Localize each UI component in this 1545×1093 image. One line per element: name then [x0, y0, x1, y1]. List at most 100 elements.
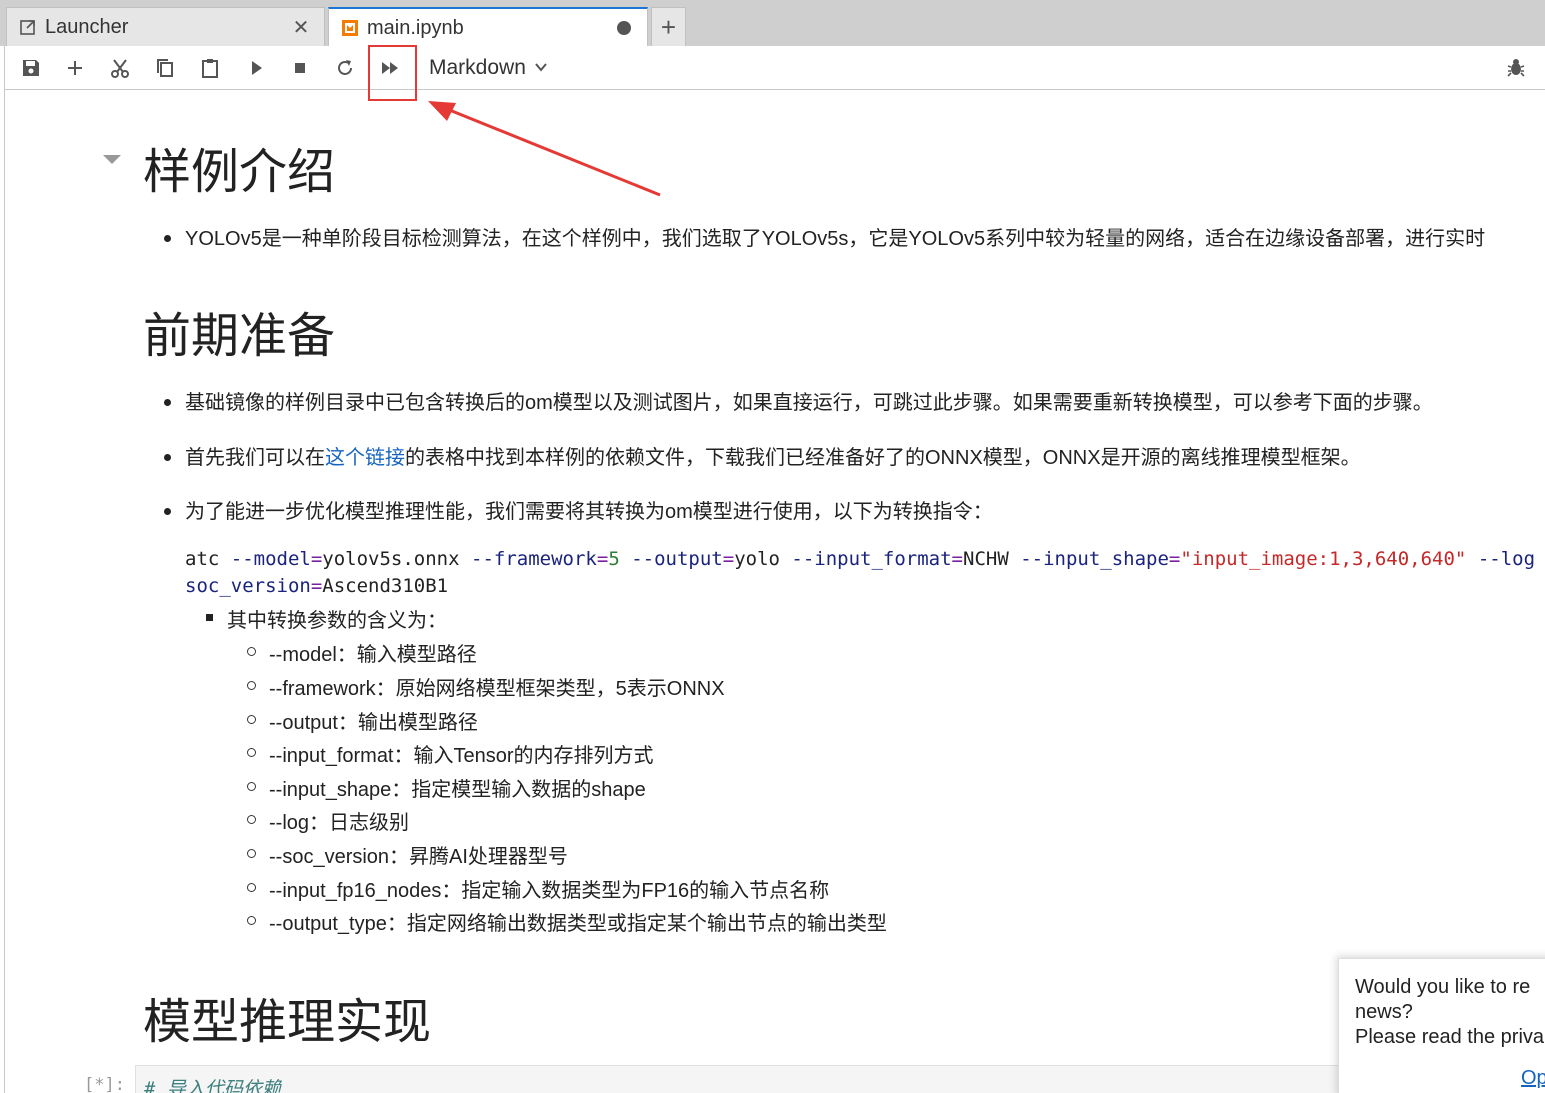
paste-icon	[202, 59, 218, 78]
kernel-status-button[interactable]	[1500, 52, 1532, 84]
code-token: Ascend310B1	[322, 575, 449, 597]
bug-icon	[1507, 59, 1525, 77]
circle-bullet-icon	[247, 782, 256, 791]
code-token: --input_format	[791, 548, 952, 570]
collapse-caret-icon[interactable]	[103, 155, 121, 164]
tab-launcher[interactable]: Launcher ✕	[6, 7, 325, 46]
notebook-toolbar: Markdown	[4, 46, 1545, 90]
tab-label: main.ipynb	[367, 16, 464, 39]
param-item: --input_fp16_nodes：指定输入数据类型为FP16的输入节点名称	[269, 880, 830, 902]
param-item: --output：输出模型路径	[269, 712, 478, 734]
news-notification: Would you like to re news? Please read t…	[1338, 958, 1545, 1093]
square-bullet-icon	[206, 614, 213, 621]
tab-main-ipynb[interactable]: main.ipynb	[328, 7, 648, 47]
cell-type-dropdown[interactable]: Markdown	[429, 54, 548, 82]
atc-command-line-1: atc --model=yolov5s.onnx --framework=5 -…	[185, 548, 1535, 570]
new-tab-button[interactable]: +	[651, 7, 686, 46]
code-token: --log	[1477, 548, 1536, 570]
notification-line: Please read the priva	[1355, 1026, 1545, 1048]
notebook-icon	[341, 19, 359, 37]
play-icon	[252, 61, 262, 75]
run-button[interactable]	[240, 52, 272, 84]
code-token: =	[1168, 548, 1181, 570]
circle-bullet-icon	[247, 647, 256, 656]
bullet-icon	[164, 399, 171, 406]
refresh-icon	[338, 60, 352, 75]
code-token: --framework	[471, 548, 597, 570]
notification-line: Would you like to re	[1355, 976, 1531, 998]
bullet-icon	[164, 508, 171, 515]
tab-label: Launcher	[45, 15, 129, 38]
resource-link[interactable]: 这个链接	[325, 447, 405, 469]
code-token: yolo	[734, 548, 792, 570]
chevron-down-icon	[534, 56, 548, 80]
heading-intro: 样例介绍	[143, 144, 336, 200]
circle-bullet-icon	[247, 715, 256, 724]
notification-open-button[interactable]: Op	[1521, 1067, 1545, 1090]
code-token: atc	[185, 548, 231, 570]
circle-bullet-icon	[247, 748, 256, 757]
cut-button[interactable]	[104, 52, 136, 84]
cell-prompt: [*]:	[84, 1075, 125, 1093]
restart-button[interactable]	[329, 52, 361, 84]
intro-text: YOLOv5是一种单阶段目标检测算法，在这个样例中，我们选取了YOLOv5s，它…	[185, 228, 1486, 250]
save-icon	[23, 60, 39, 76]
code-token: --model	[230, 548, 311, 570]
insert-cell-button[interactable]	[59, 52, 91, 84]
param-item: --framework：原始网络模型框架类型，5表示ONNX	[269, 678, 725, 700]
param-item: --model：输入模型路径	[269, 644, 477, 666]
scissors-icon	[111, 59, 129, 78]
circle-bullet-icon	[247, 815, 256, 824]
launcher-icon	[19, 18, 37, 36]
stop-icon	[295, 63, 305, 73]
notification-line: news?	[1355, 1001, 1413, 1023]
tab-bar: Launcher ✕ main.ipynb +	[0, 0, 1545, 47]
code-token: --input_shape	[1020, 548, 1169, 570]
param-item: --soc_version：昇腾AI处理器型号	[269, 846, 568, 868]
code-token: soc_version	[185, 575, 311, 597]
close-icon[interactable]: ✕	[290, 16, 312, 39]
code-token: =	[310, 548, 323, 570]
code-token: =	[951, 548, 963, 570]
code-token: =	[310, 575, 323, 597]
save-button[interactable]	[15, 52, 47, 84]
param-item: --log：日志级别	[269, 812, 410, 834]
prep-text-2-post: 的表格中找到本样例的依赖文件，下载我们已经准备好了的ONNX模型，ONNX是开源…	[405, 447, 1361, 469]
atc-command-line-2: soc_version=Ascend310B1	[185, 575, 448, 597]
plus-icon	[68, 61, 82, 75]
plus-icon: +	[660, 12, 677, 42]
heading-inference: 模型推理实现	[143, 994, 432, 1050]
code-token: =	[722, 548, 735, 570]
paste-button[interactable]	[194, 52, 226, 84]
code-token: 5	[608, 548, 620, 570]
bullet-icon	[164, 454, 171, 461]
circle-bullet-icon	[247, 849, 256, 858]
code-token: yolov5s.onnx	[322, 548, 472, 570]
code-token: =	[596, 548, 609, 570]
param-item: --output_type：指定网络输出数据类型或指定某个输出节点的输出类型	[269, 913, 887, 935]
code-cell[interactable]: # 导入代码依赖	[135, 1065, 1355, 1093]
notification-text: Would you like to re news? Please read t…	[1355, 975, 1544, 1050]
prep-text-2: 首先我们可以在这个链接的表格中找到本样例的依赖文件，下载我们已经准备好了的ONN…	[185, 441, 1361, 470]
params-title: 其中转换参数的含义为：	[227, 610, 447, 632]
unsaved-dot-icon[interactable]	[617, 21, 631, 35]
param-item: --input_format：输入Tensor的内存排列方式	[269, 745, 654, 767]
cell-type-label: Markdown	[429, 56, 526, 79]
prep-text-3: 为了能进一步优化模型推理性能，我们需要将其转换为om模型进行使用，以下为转换指令…	[185, 501, 993, 523]
stop-button[interactable]	[284, 52, 316, 84]
bullet-icon	[164, 235, 171, 242]
code-token: NCHW	[963, 548, 1021, 570]
circle-bullet-icon	[247, 916, 256, 925]
circle-bullet-icon	[247, 681, 256, 690]
code-comment: # 导入代码依赖	[144, 1078, 281, 1093]
copy-button[interactable]	[149, 52, 181, 84]
copy-icon	[157, 59, 173, 77]
circle-bullet-icon	[247, 883, 256, 892]
heading-prep: 前期准备	[143, 308, 336, 364]
code-token: "input_image:1,3,640,640"	[1180, 548, 1467, 570]
notebook-content: 样例介绍 YOLOv5是一种单阶段目标检测算法，在这个样例中，我们选取了YOLO…	[0, 90, 1545, 1093]
prep-text-1: 基础镜像的样例目录中已包含转换后的om模型以及测试图片，如果直接运行，可跳过此步…	[185, 392, 1433, 414]
prep-text-2-pre: 首先我们可以在	[185, 447, 325, 469]
